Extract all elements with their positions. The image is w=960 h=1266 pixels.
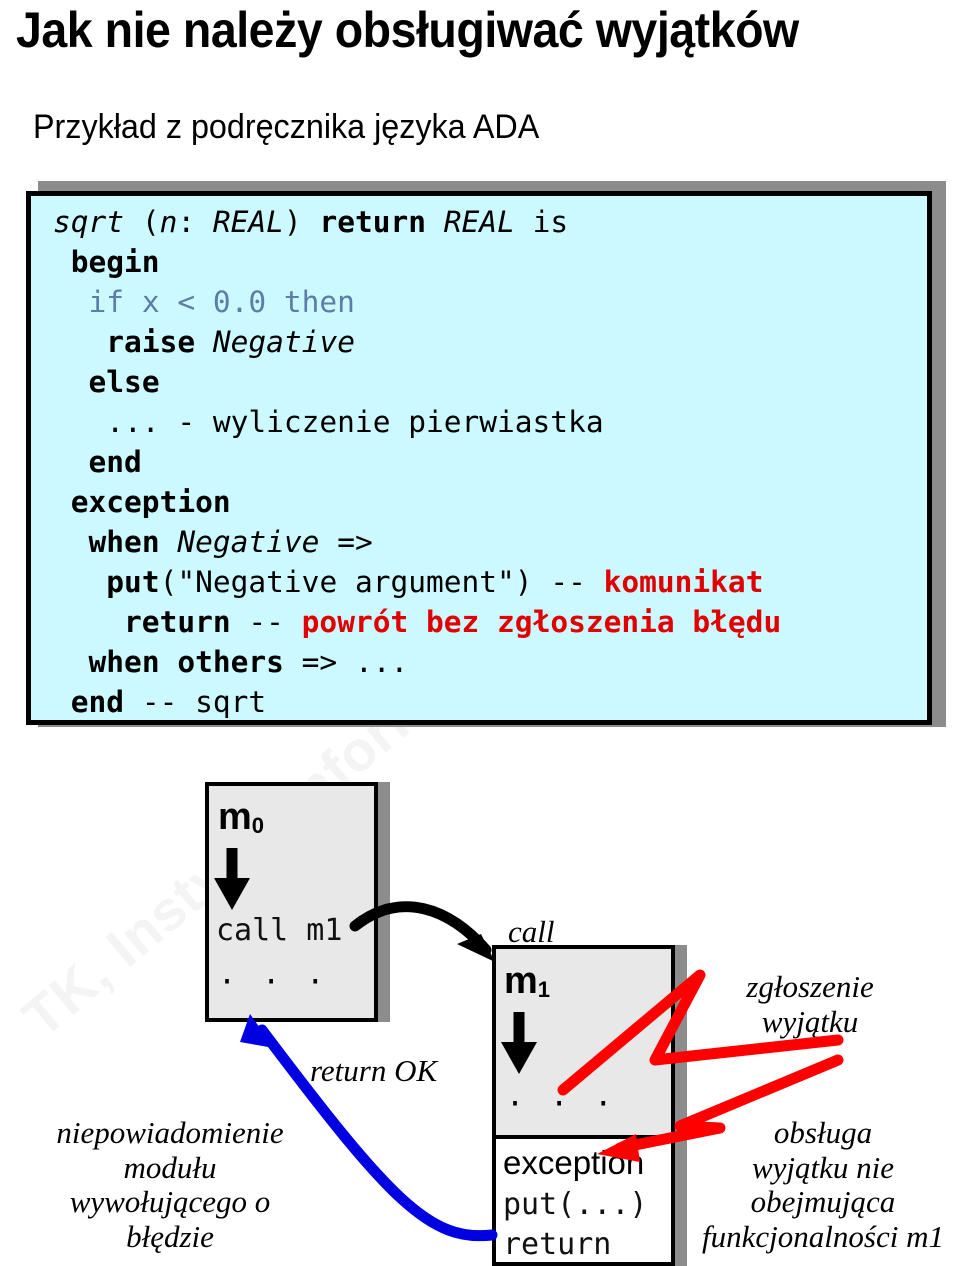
page-title: Jak nie należy obsługiwać wyjątków [16,2,799,58]
code-token: when [88,525,178,559]
code-token: => [319,525,373,559]
code-token: else [88,365,160,399]
line-when-others: when others => ... [53,642,781,682]
call-arrow [349,901,495,962]
code-token: -- [230,605,302,639]
line-exception: exception [53,482,781,522]
line-end-sqrt: end -- sqrt [53,682,781,720]
line-if: if x < 0.0 then [53,282,781,322]
code-token: end [70,685,125,719]
code-token: Negative [177,525,320,559]
code-token: ( [141,205,160,239]
call-stack-diagram: m0 call m1 · · · m1 · · · exception put(… [0,730,960,1266]
code-token: ("Negative argument") -- [159,565,604,599]
code-token: begin [70,245,160,279]
code-token: -- sqrt [124,685,267,719]
code-token: komunikat [603,565,764,599]
line-begin: begin [53,242,781,282]
line-put: put("Negative argument") -- komunikat [53,562,781,602]
line-comment-wyliczenie: ... - wyliczenie pierwiastka [53,402,781,442]
code-token: Negative [212,325,355,359]
line-when-negative: when Negative => [53,522,781,562]
exception-target-arrow [597,1054,844,1162]
m0-flow-arrow [214,848,250,910]
code-token: when others [88,645,284,679]
code-token: REAL [443,205,515,239]
code-token: powrót bez zgłoszenia błędu [301,605,782,639]
line-else: else [53,362,781,402]
m1-flow-arrow [501,1012,537,1074]
code-token: n [159,205,178,239]
slide-subtitle: Przykład z podręcznika języka ADA [33,108,540,146]
code-token: exception [70,485,231,519]
return-ok-arrow [240,1014,498,1242]
code-token: sqrt [53,205,142,239]
code-token: : [177,205,213,239]
code-listing: sqrt (n: REAL) return REAL is begin if x… [53,202,781,720]
code-token: return [319,205,444,239]
line-return: return -- powrót bez zgłoszenia błędu [53,602,781,642]
code-block: sqrt (n: REAL) return REAL is begin if x… [26,191,932,725]
code-token: ... - wyliczenie pierwiastka [53,405,604,439]
code-token: if x < 0.0 then [88,285,355,319]
code-token: ) [283,205,320,239]
code-token: REAL [212,205,284,239]
code-token: raise [106,325,213,359]
line-signature: sqrt (n: REAL) return REAL is [53,202,781,242]
diagram-arrows [214,848,844,1242]
code-token: is [514,205,569,239]
code-token: put [106,565,160,599]
code-token: return [124,605,231,639]
code-token: end [88,445,142,479]
line-raise: raise Negative [53,322,781,362]
line-end-if: end [53,442,781,482]
code-token: => ... [283,645,409,679]
